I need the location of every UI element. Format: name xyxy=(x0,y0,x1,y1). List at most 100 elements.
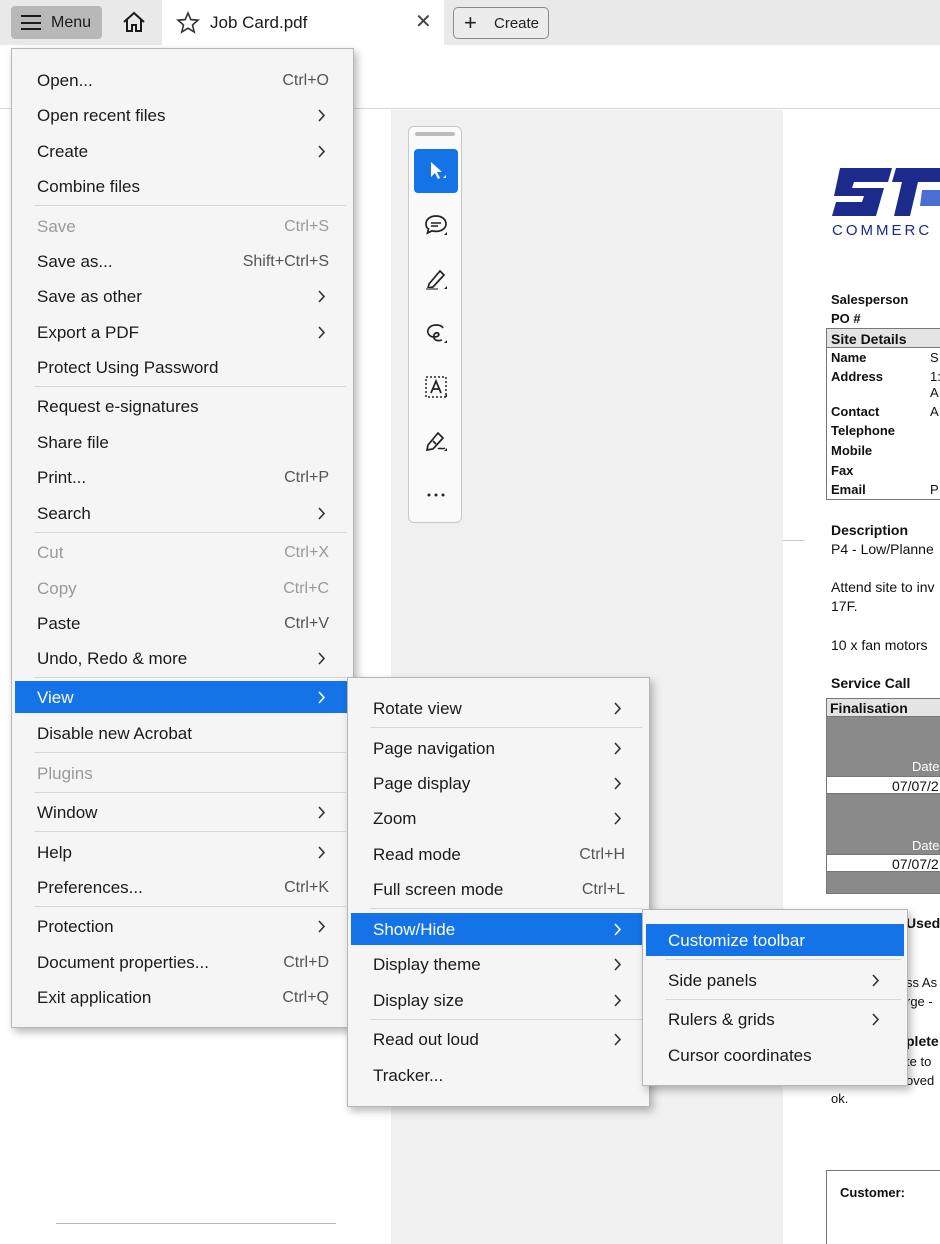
field-value: A xyxy=(930,385,939,400)
description-label: Description xyxy=(831,522,909,538)
menu-item-page-navigation[interactable]: Page navigation xyxy=(351,732,646,764)
field-value: S xyxy=(930,350,939,365)
po-label: PO # xyxy=(831,311,861,326)
select-cursor-icon[interactable] xyxy=(414,149,458,193)
menu-item-request-esignatures[interactable]: Request e-signatures xyxy=(15,390,350,422)
menu-item-undo-redo[interactable]: Undo, Redo & more xyxy=(15,642,350,674)
customer-box xyxy=(826,1170,940,1244)
field-value: A xyxy=(930,404,939,419)
menu-item-paste[interactable]: Paste Ctrl+V xyxy=(15,607,350,639)
comment-icon[interactable] xyxy=(414,203,458,247)
view-submenu: Rotate view Page navigation Page display… xyxy=(347,677,650,1107)
te-to-fragment: te to xyxy=(906,1054,932,1069)
menu-button-label: Menu xyxy=(51,14,92,31)
field-mobile: Mobile xyxy=(831,443,873,458)
menu-item-save-as[interactable]: Save as... Shift+Ctrl+S xyxy=(15,245,350,277)
menu-item-save-as-other[interactable]: Save as other xyxy=(15,280,350,312)
date-value: 07/07/2 xyxy=(892,856,939,872)
field-value: P xyxy=(930,482,939,497)
menu-item-share-file[interactable]: Share file xyxy=(15,426,350,458)
menu-item-create[interactable]: Create xyxy=(15,135,350,167)
menu-item-open[interactable]: Open... Ctrl+O xyxy=(15,64,350,96)
chevron-right-icon xyxy=(318,920,326,933)
date-value: 07/07/2 xyxy=(892,778,939,794)
chevron-right-icon xyxy=(318,507,326,520)
ss-fragment: ss As xyxy=(906,975,938,990)
field-contact: Contact xyxy=(831,404,880,419)
site-details-title: Site Details xyxy=(831,331,907,347)
fan-line: 10 x fan motors xyxy=(831,637,928,653)
menu-item-rulers-grids[interactable]: Rulers & grids xyxy=(646,1003,904,1035)
menu-item-open-recent[interactable]: Open recent files xyxy=(15,99,350,131)
sign-icon[interactable] xyxy=(414,419,458,463)
menu-item-page-display[interactable]: Page display xyxy=(351,767,646,799)
menu-separator xyxy=(34,906,346,907)
menu-item-plugins: Plugins xyxy=(37,764,93,783)
menu-item-read-mode[interactable]: Read mode Ctrl+H xyxy=(351,838,646,870)
draw-freeform-icon[interactable] xyxy=(414,311,458,355)
field-value: 1: xyxy=(930,369,940,384)
chevron-right-icon xyxy=(318,846,326,859)
chevron-right-icon xyxy=(614,923,622,936)
chevron-right-icon xyxy=(614,777,622,790)
menu-item-tracker[interactable]: Tracker... xyxy=(351,1059,646,1091)
menu-item-export-pdf[interactable]: Export a PDF xyxy=(15,316,350,348)
chevron-right-icon xyxy=(318,145,326,158)
text-box-icon[interactable] xyxy=(414,365,458,409)
description-line: P4 - Low/Planne xyxy=(831,541,934,557)
menu-item-protection[interactable]: Protection xyxy=(15,910,350,942)
menu-item-cut: Cut Ctrl+X xyxy=(37,543,329,562)
menu-item-customize-toolbar[interactable]: Customize toolbar xyxy=(646,924,904,956)
menu-item-side-panels[interactable]: Side panels xyxy=(646,964,904,996)
menu-item-help[interactable]: Help xyxy=(15,836,350,868)
plete-fragment: plete xyxy=(906,1033,939,1049)
chevron-right-icon xyxy=(614,742,622,755)
close-icon[interactable]: ✕ xyxy=(415,11,433,33)
menu-item-protect-password[interactable]: Protect Using Password xyxy=(15,351,350,383)
salesperson-label: Salesperson xyxy=(831,292,909,307)
chevron-right-icon xyxy=(614,994,622,1007)
menu-separator xyxy=(370,908,642,909)
more-tools-icon[interactable] xyxy=(414,473,458,517)
menu-item-cursor-coordinates[interactable]: Cursor coordinates xyxy=(646,1039,904,1071)
menu-item-rotate-view[interactable]: Rotate view xyxy=(351,692,646,724)
left-panel-divider xyxy=(56,1223,336,1224)
menu-item-exit-application[interactable]: Exit application Ctrl+Q xyxy=(15,981,350,1013)
menu-item-display-size[interactable]: Display size xyxy=(351,984,646,1016)
used-fragment: Used xyxy=(906,915,940,931)
menu-item-show-hide[interactable]: Show/Hide xyxy=(351,913,646,945)
menu-item-window[interactable]: Window xyxy=(15,796,350,828)
menu-item-combine-files[interactable]: Combine files xyxy=(15,170,350,202)
create-label: Create xyxy=(494,15,540,32)
menu-item-zoom[interactable]: Zoom xyxy=(351,802,646,834)
menu-item-full-screen-mode[interactable]: Full screen mode Ctrl+L xyxy=(351,873,646,905)
menu-item-display-theme[interactable]: Display theme xyxy=(351,948,646,980)
drag-handle[interactable] xyxy=(415,132,455,136)
menu-item-preferences[interactable]: Preferences... Ctrl+K xyxy=(15,871,350,903)
chevron-right-icon xyxy=(318,109,326,122)
star-icon[interactable] xyxy=(176,11,200,35)
company-logo xyxy=(832,168,940,216)
menu-item-document-properties[interactable]: Document properties... Ctrl+D xyxy=(15,946,350,978)
menu-item-search[interactable]: Search xyxy=(15,497,350,529)
create-button[interactable]: + Create xyxy=(453,7,549,39)
chevron-right-icon xyxy=(318,326,326,339)
show-hide-submenu: Customize toolbar Side panels Rulers & g… xyxy=(642,909,908,1086)
document-tab[interactable]: Job Card.pdf ✕ xyxy=(162,0,444,45)
finalisation-title: Finalisation xyxy=(830,700,908,716)
chevron-right-icon xyxy=(318,652,326,665)
highlight-pen-icon[interactable] xyxy=(414,257,458,301)
menu-item-print[interactable]: Print... Ctrl+P xyxy=(15,461,350,493)
field-telephone: Telephone xyxy=(831,423,896,438)
chevron-right-icon xyxy=(872,974,880,987)
rge-fragment: rge - xyxy=(906,994,933,1009)
menu-separator xyxy=(665,999,901,1000)
home-icon[interactable] xyxy=(121,10,147,34)
menu-item-disable-new-acrobat[interactable]: Disable new Acrobat xyxy=(15,717,350,749)
menu-item-save: Save Ctrl+S xyxy=(37,217,329,236)
menu-item-read-out-loud[interactable]: Read out loud xyxy=(351,1023,646,1055)
customer-label: Customer: xyxy=(840,1185,906,1200)
menu-button[interactable]: Menu xyxy=(11,6,102,39)
menu-item-view[interactable]: View xyxy=(15,681,350,713)
attend-line-1: Attend site to inv xyxy=(831,579,935,595)
